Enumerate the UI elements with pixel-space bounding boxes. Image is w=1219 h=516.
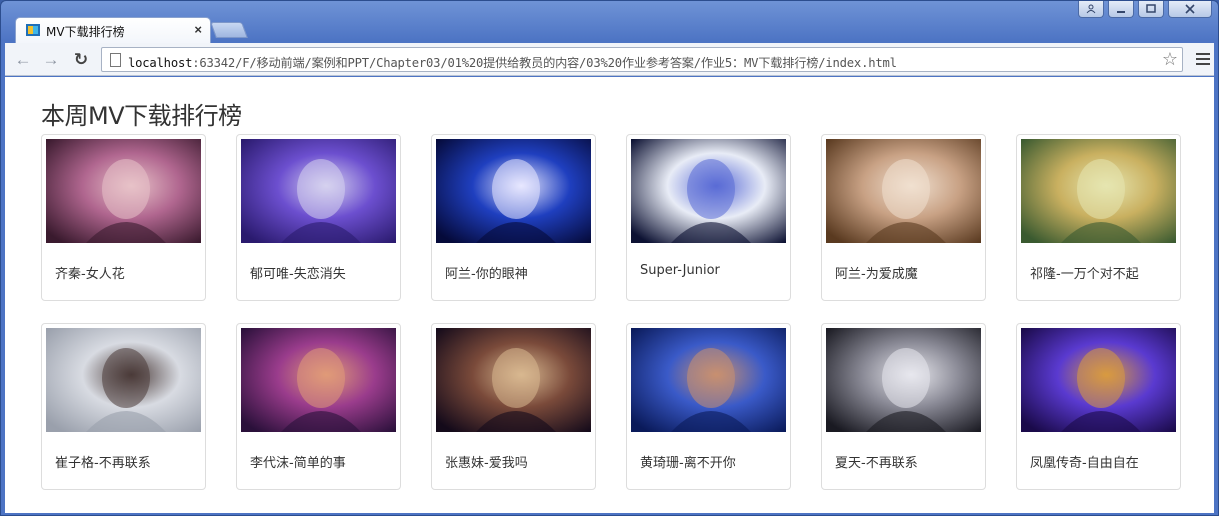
maximize-icon [1146, 4, 1156, 13]
mv-thumbnail[interactable] [631, 139, 786, 243]
mv-caption[interactable]: 阿兰-你的眼神 [436, 263, 591, 282]
mv-card[interactable]: 崔子格-不再联系 [41, 323, 206, 490]
maximize-button[interactable] [1138, 1, 1164, 18]
mv-thumbnail[interactable] [241, 328, 396, 432]
mv-caption[interactable]: 张惠妹-爱我吗 [436, 452, 591, 471]
reload-button[interactable]: ↻ [71, 50, 91, 70]
mv-grid: 齐秦-女人花 郁可唯-失恋消失 阿兰-你的眼神 Super-Junior 阿兰-为爱成魔… [41, 134, 1181, 490]
webstorm-icon [26, 24, 40, 36]
mv-thumbnail[interactable] [46, 139, 201, 243]
mv-card[interactable]: 张惠妹-爱我吗 [431, 323, 596, 490]
mv-thumbnail[interactable] [241, 139, 396, 243]
mv-caption[interactable]: Super-Junior [631, 263, 786, 278]
window-controls [1078, 1, 1212, 19]
mv-thumbnail[interactable] [826, 328, 981, 432]
mv-thumbnail[interactable] [1021, 139, 1176, 243]
mv-caption[interactable]: 凤凰传奇-自由自在 [1021, 452, 1176, 471]
mv-card[interactable]: 李代沫-简单的事 [236, 323, 401, 490]
mv-caption[interactable]: 崔子格-不再联系 [46, 452, 201, 471]
bookmark-star-icon[interactable]: ☆ [1162, 49, 1178, 70]
forward-arrow-icon: → [42, 50, 60, 69]
mv-caption[interactable]: 夏天-不再联系 [826, 452, 981, 471]
minimize-icon [1117, 11, 1125, 13]
url-text: localhost:63342/F/移动前端/案例和PPT/Chapter03/… [128, 53, 897, 71]
close-icon [1185, 4, 1195, 14]
mv-thumbnail[interactable] [436, 139, 591, 243]
mv-card[interactable]: 祁隆-一万个对不起 [1016, 134, 1181, 301]
mv-caption[interactable]: 阿兰-为爱成魔 [826, 263, 981, 282]
chrome-menu-icon[interactable] [1196, 53, 1210, 65]
mv-caption[interactable]: 郁可唯-失恋消失 [241, 263, 396, 282]
address-bar[interactable]: localhost:63342/F/移动前端/案例和PPT/Chapter03/… [101, 47, 1183, 72]
reload-icon: ↻ [73, 50, 89, 69]
browser-tab[interactable]: MV下载排行榜 × [15, 17, 211, 43]
mv-card[interactable]: 黄琦珊-离不开你 [626, 323, 791, 490]
mv-card[interactable]: 齐秦-女人花 [41, 134, 206, 301]
mv-caption[interactable]: 李代沫-简单的事 [241, 452, 396, 471]
mv-caption[interactable]: 黄琦珊-离不开你 [631, 452, 786, 471]
person-icon [1086, 4, 1096, 14]
user-icon[interactable] [1078, 1, 1104, 18]
browser-toolbar: ← → ↻ localhost:63342/F/移动前端/案例和PPT/Chap… [5, 43, 1214, 76]
title-bar: MV下载排行榜 × [1, 1, 1218, 43]
mv-card[interactable]: 阿兰-为爱成魔 [821, 134, 986, 301]
tab-close-icon[interactable]: × [194, 22, 202, 38]
mv-thumbnail[interactable] [631, 328, 786, 432]
mv-caption[interactable]: 齐秦-女人花 [46, 263, 201, 282]
mv-card[interactable]: 郁可唯-失恋消失 [236, 134, 401, 301]
page-icon [110, 53, 121, 67]
forward-button[interactable]: → [41, 50, 61, 70]
tab-title: MV下载排行榜 [46, 25, 125, 39]
new-tab-button[interactable] [210, 22, 248, 38]
url-host: localhost [128, 56, 193, 70]
mv-card[interactable]: 夏天-不再联系 [821, 323, 986, 490]
page-viewport: 本周MV下载排行榜 齐秦-女人花 郁可唯-失恋消失 阿兰-你的眼神 Super-Jun… [5, 77, 1214, 513]
page-title: 本周MV下载排行榜 [41, 102, 242, 130]
back-arrow-icon: ← [14, 50, 32, 69]
mv-card[interactable]: 阿兰-你的眼神 [431, 134, 596, 301]
mv-card[interactable]: Super-Junior [626, 134, 791, 301]
mv-thumbnail[interactable] [436, 328, 591, 432]
browser-window: MV下载排行榜 × ← → ↻ localhost:63342/F/移动前端/案… [0, 0, 1219, 516]
mv-caption[interactable]: 祁隆-一万个对不起 [1021, 263, 1176, 282]
back-button[interactable]: ← [13, 50, 33, 70]
mv-thumbnail[interactable] [46, 328, 201, 432]
mv-card[interactable]: 凤凰传奇-自由自在 [1016, 323, 1181, 490]
url-path: :63342/F/移动前端/案例和PPT/Chapter03/01%20提供给教… [192, 56, 897, 70]
mv-thumbnail[interactable] [826, 139, 981, 243]
mv-thumbnail[interactable] [1021, 328, 1176, 432]
close-window-button[interactable] [1168, 1, 1212, 18]
minimize-button[interactable] [1108, 1, 1134, 18]
